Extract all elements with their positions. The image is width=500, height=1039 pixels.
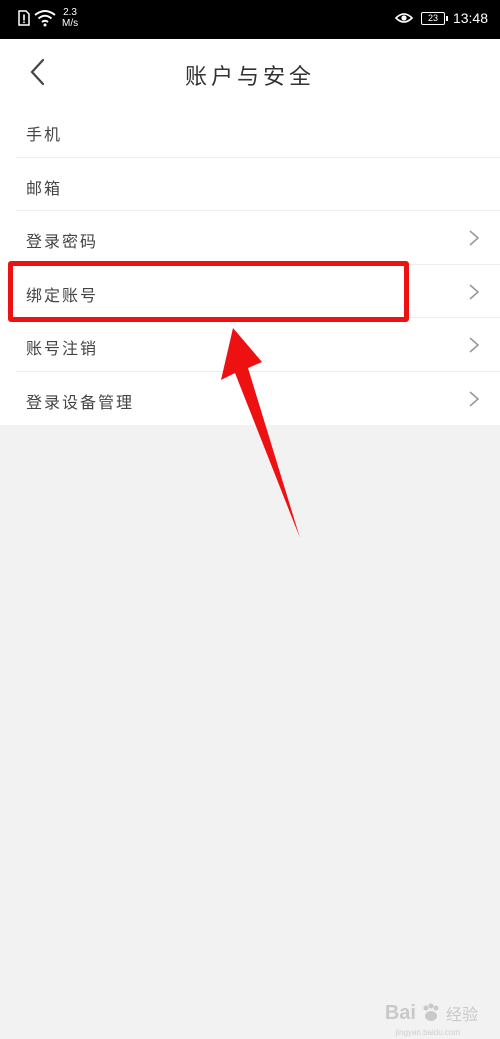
wifi-icon — [34, 10, 56, 27]
network-speed: 2.3 M/s — [62, 7, 78, 29]
eye-comfort-icon — [394, 13, 413, 23]
battery-icon: 23 — [420, 11, 448, 25]
list-item-label: 登录设备管理 — [26, 392, 135, 412]
paw-icon — [423, 1003, 439, 1021]
list-item-device-management[interactable]: 登录设备管理 — [0, 372, 500, 426]
watermark-url: jingyan.baidu.com — [395, 1028, 460, 1037]
list-item-label: 账号注销 — [26, 339, 99, 358]
clock: 13:48 — [452, 10, 488, 26]
status-left: 2.3 M/s — [18, 7, 78, 29]
baidu-watermark: Bai 经验 — [385, 1001, 478, 1025]
network-speed-value: 2.3 — [63, 7, 77, 18]
sim-alert-icon — [18, 10, 30, 26]
chevron-right-icon — [469, 390, 480, 407]
status-right: 23 13:48 — [394, 10, 488, 26]
list-item-login-password[interactable]: 登录密码 — [0, 211, 500, 265]
network-speed-unit: M/s — [62, 18, 79, 29]
page-title: 账户与安全 — [184, 65, 315, 90]
watermark-suffix: 经验 — [445, 1007, 478, 1024]
status-bar: 2.3 M/s 23 13:48 — [0, 0, 500, 39]
chevron-right-icon — [469, 230, 480, 246]
list-item-label: 手机 — [26, 125, 63, 144]
list-item-account-deletion[interactable]: 账号注销 — [0, 318, 500, 372]
list-item-email[interactable]: 邮箱 — [0, 158, 500, 211]
battery-level: 23 — [427, 12, 438, 23]
chevron-right-icon — [469, 283, 480, 300]
watermark-brand: Bai — [384, 1001, 416, 1024]
list-item-label: 登录密码 — [26, 232, 99, 251]
chevron-right-icon — [469, 337, 480, 353]
highlight-box — [8, 261, 409, 322]
list-item-phone[interactable]: 手机 — [0, 104, 500, 158]
header: 账户与安全 — [0, 39, 500, 104]
list-item-label: 邮箱 — [26, 178, 63, 198]
